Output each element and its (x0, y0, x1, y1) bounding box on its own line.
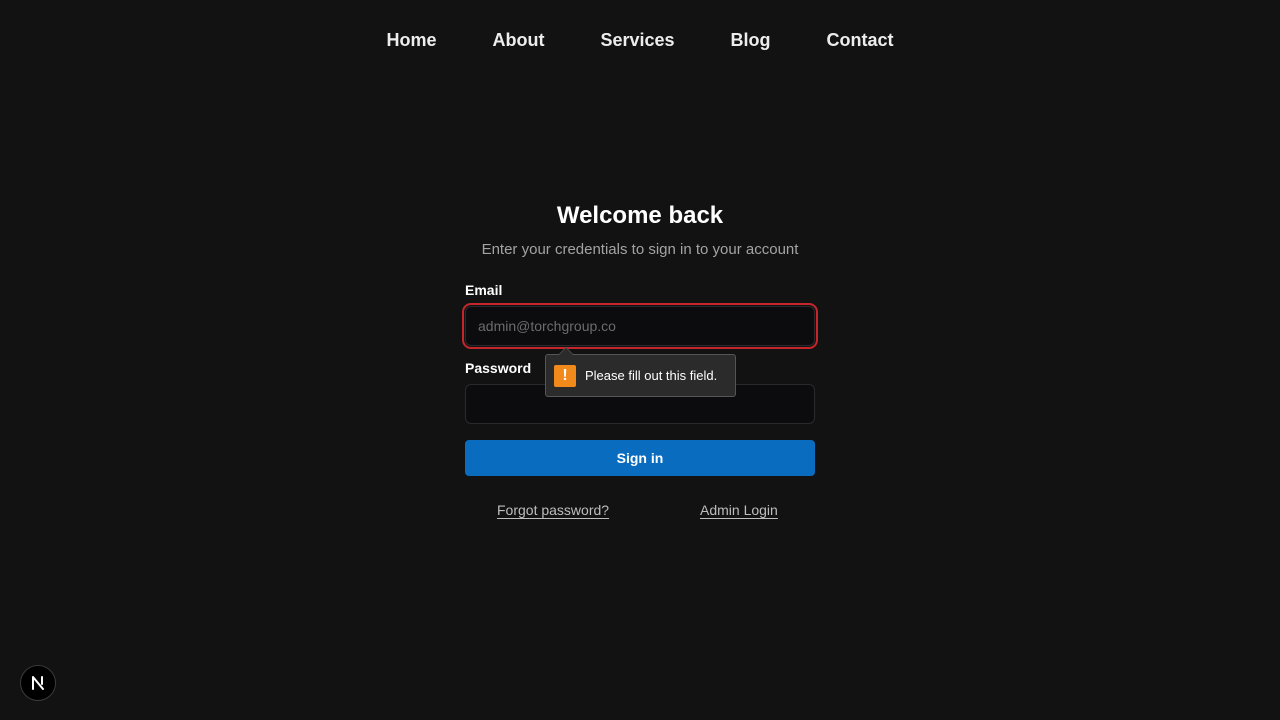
validation-tooltip: ! Please fill out this field. (545, 347, 736, 397)
nav-services-link[interactable]: Services (600, 30, 674, 51)
login-form: Welcome back Enter your credentials to s… (462, 198, 818, 518)
email-field[interactable] (462, 303, 818, 349)
email-label: Email (465, 282, 503, 298)
nav-blog-link[interactable]: Blog (731, 30, 771, 51)
admin-login-link[interactable]: Admin Login (700, 502, 778, 518)
nav-about-link[interactable]: About (492, 30, 544, 51)
warning-icon: ! (554, 364, 576, 387)
nextjs-logo-icon[interactable] (20, 665, 56, 701)
password-label: Password (465, 360, 532, 376)
nextjs-n-glyph (32, 676, 44, 690)
forgot-password-link[interactable]: Forgot password? (497, 502, 609, 518)
page-title: Welcome back (556, 202, 724, 229)
nav-home-link[interactable]: Home (386, 30, 436, 51)
top-nav: Home About Services Blog Contact (0, 0, 1280, 80)
validation-message: Please fill out this field. (585, 368, 718, 383)
nav-contact-link[interactable]: Contact (827, 30, 894, 51)
sign-in-button[interactable]: Sign in (465, 440, 815, 476)
page-subtitle: Enter your credentials to sign in to you… (481, 241, 799, 258)
